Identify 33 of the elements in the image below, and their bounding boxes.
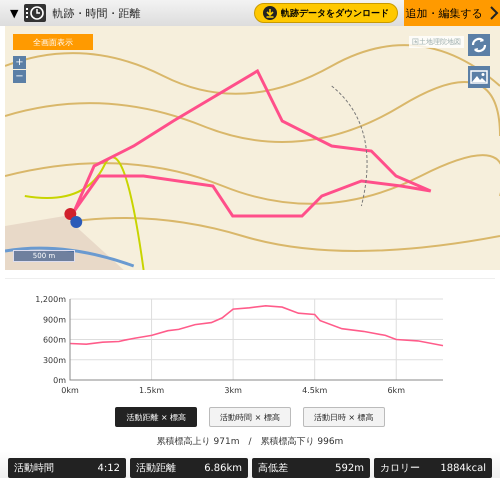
stat-value: 6.86km: [204, 462, 242, 474]
x-tick-label: 1.5km: [138, 386, 164, 395]
x-tick-label: 3km: [224, 386, 242, 395]
chart-mode-button[interactable]: 活動日時 × 標高: [302, 407, 385, 427]
stat-value: 592m: [335, 462, 364, 474]
image-icon[interactable]: [468, 66, 490, 88]
y-tick-label: 900m: [42, 315, 66, 324]
y-tick-label: 0m: [53, 376, 66, 385]
stat-label: カロリー: [380, 462, 420, 475]
chart-mode-button[interactable]: 活動距離 × 標高: [115, 407, 198, 427]
download-button[interactable]: 軌跡データをダウンロード: [254, 3, 398, 23]
stat-label: 高低差: [258, 462, 288, 475]
y-tick-label: 600m: [42, 336, 66, 344]
download-icon: [263, 6, 277, 20]
refresh-icon[interactable]: [468, 34, 490, 56]
x-tick-label: 4.5km: [302, 386, 328, 395]
y-tick-label: 1,200m: [35, 295, 66, 304]
stat-label: 活動距離: [136, 462, 176, 475]
zoom-in-button[interactable]: +: [13, 56, 26, 69]
zoom-out-button[interactable]: −: [13, 70, 26, 83]
clock-icon: [24, 4, 46, 22]
stat-value: 1884kcal: [440, 462, 486, 474]
elevation-summary: 累積標高上り 971m / 累積標高下り 996m: [156, 436, 344, 448]
stat-label: 活動時間: [14, 462, 54, 475]
y-tick-label: 300m: [42, 356, 66, 365]
section-title: 軌跡・時間・距離: [52, 6, 142, 20]
edit-button[interactable]: 追加・編集する: [404, 0, 500, 26]
stat-value: 4:12: [98, 462, 120, 474]
chart-mode-button[interactable]: 活動時間 × 標高: [209, 407, 291, 427]
x-tick-label: 6km: [387, 386, 405, 395]
chevron-right-icon: [488, 5, 498, 21]
x-tick-label: 0km: [61, 386, 79, 395]
collapse-toggle[interactable]: ▼: [10, 6, 18, 20]
